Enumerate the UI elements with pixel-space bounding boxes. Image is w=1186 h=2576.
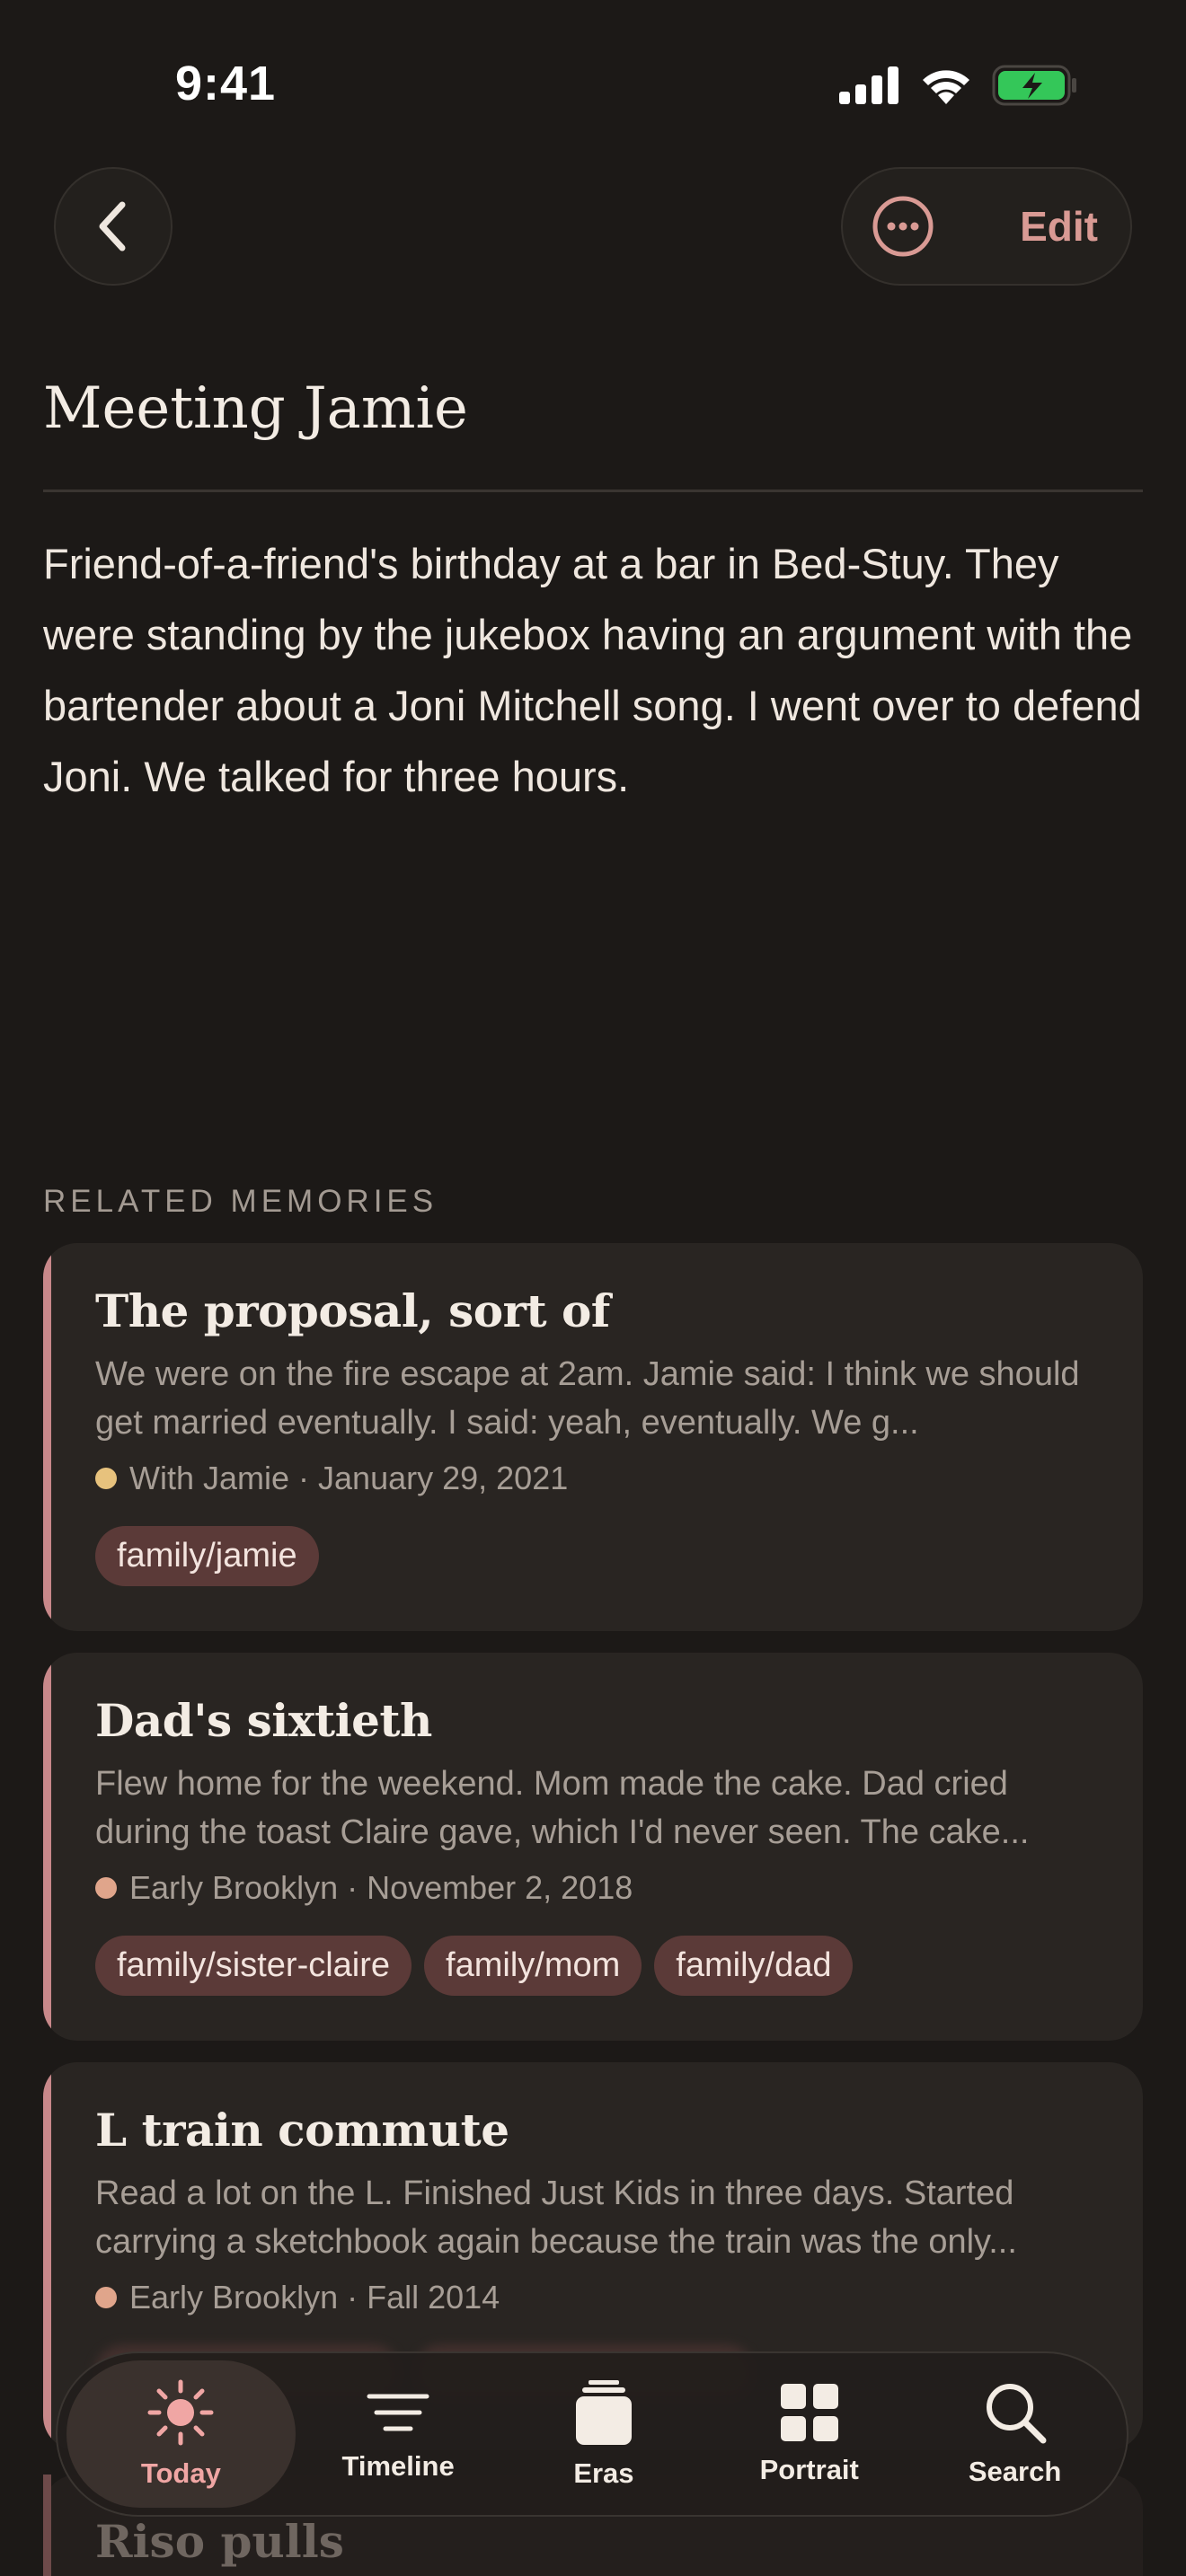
card-excerpt: We were on the fire escape at 2am. Jamie… xyxy=(95,1355,1080,1442)
status-time: 9:41 xyxy=(175,57,277,110)
tab-label: Search xyxy=(968,2456,1062,2487)
tab-label: Eras xyxy=(573,2457,634,2489)
card-accent-bar xyxy=(43,1653,51,2041)
related-memory-card[interactable]: The proposal, sort of We were on the fir… xyxy=(43,1243,1143,1631)
card-title-partial: Riso pulls xyxy=(95,2515,344,2568)
era-dot xyxy=(95,2287,117,2308)
tab-portrait[interactable]: Portrait xyxy=(706,2360,912,2508)
card-meta: Early Brooklyn · November 2, 2018 xyxy=(95,1869,1098,1907)
card-meta-text: Early Brooklyn · Fall 2014 xyxy=(129,2279,500,2316)
tag-list: family/jamie xyxy=(95,1526,1098,1586)
memory-title: Meeting Jamie xyxy=(43,375,468,442)
tag-chip[interactable]: family/mom xyxy=(424,1936,642,1996)
sun-icon xyxy=(147,2379,214,2446)
tab-search[interactable]: Search xyxy=(912,2360,1118,2508)
title-divider xyxy=(43,490,1143,492)
card-meta-text: Early Brooklyn · November 2, 2018 xyxy=(129,1869,633,1906)
edit-button[interactable]: Edit xyxy=(1020,202,1102,251)
timeline-icon xyxy=(367,2394,429,2431)
tab-eras[interactable]: Eras xyxy=(501,2360,707,2508)
tab-bar: Today Timeline Eras Portrait Search xyxy=(56,2351,1128,2517)
related-memories-heading: RELATED MEMORIES xyxy=(43,1184,438,1219)
eras-icon xyxy=(575,2380,632,2445)
card-title: The proposal, sort of xyxy=(95,1284,610,1337)
tag-list: family/sister-claire family/mom family/d… xyxy=(95,1936,1098,1996)
tab-label: Portrait xyxy=(759,2454,859,2485)
era-dot xyxy=(95,1877,117,1899)
more-options-icon[interactable] xyxy=(872,195,934,258)
tab-today[interactable]: Today xyxy=(66,2360,296,2508)
status-bar: 9:41 xyxy=(0,0,1186,171)
memory-body: Friend-of-a-friend's birthday at a bar i… xyxy=(43,540,1142,800)
era-dot xyxy=(95,1468,117,1489)
card-meta-text: With Jamie · January 29, 2021 xyxy=(129,1460,569,1496)
card-excerpt: Read a lot on the L. Finished Just Kids … xyxy=(95,2175,1017,2261)
wifi-icon xyxy=(923,70,969,104)
search-icon xyxy=(986,2384,1047,2444)
card-title: L train commute xyxy=(95,2104,509,2157)
card-accent-bar xyxy=(43,1243,51,1631)
cellular-signal-icon xyxy=(839,66,898,104)
card-excerpt: Flew home for the weekend. Mom made the … xyxy=(95,1765,1030,1851)
back-button[interactable] xyxy=(54,167,173,286)
chevron-left-icon xyxy=(99,201,126,251)
status-icons xyxy=(839,65,1078,106)
battery-charging-icon xyxy=(992,65,1076,106)
card-accent-bar xyxy=(43,2475,51,2576)
tab-timeline[interactable]: Timeline xyxy=(296,2360,501,2508)
card-accent-bar xyxy=(43,2062,51,2450)
card-title: Dad's sixtieth xyxy=(95,1694,432,1747)
tag-chip[interactable]: family/sister-claire xyxy=(95,1936,412,1996)
actions-pill: Edit xyxy=(841,167,1132,286)
tag-chip[interactable]: family/dad xyxy=(654,1936,854,1996)
tag-chip[interactable]: family/jamie xyxy=(95,1526,319,1586)
card-meta: With Jamie · January 29, 2021 xyxy=(95,1460,1098,1497)
tab-label: Today xyxy=(140,2457,221,2489)
portrait-grid-icon xyxy=(780,2384,838,2441)
card-meta: Early Brooklyn · Fall 2014 xyxy=(95,2279,1098,2316)
tab-label: Timeline xyxy=(341,2450,455,2482)
related-memory-card[interactable]: Dad's sixtieth Flew home for the weekend… xyxy=(43,1653,1143,2041)
